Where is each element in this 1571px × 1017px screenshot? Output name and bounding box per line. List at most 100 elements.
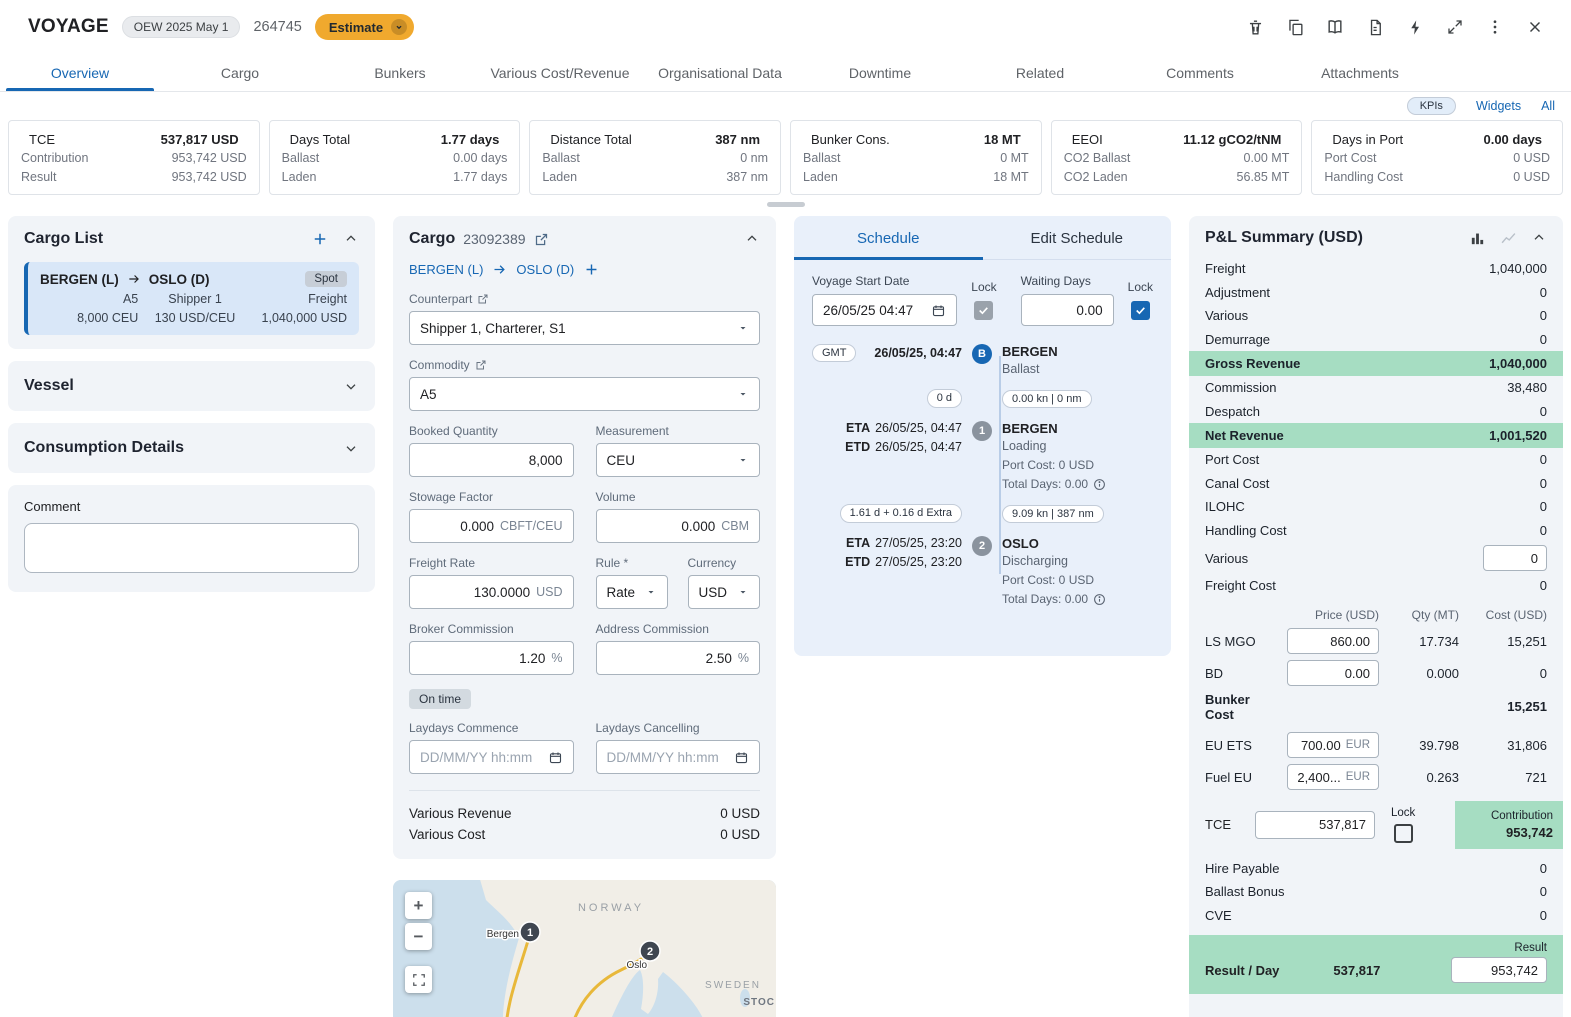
schedule-panel: Schedule Edit Schedule Voyage Start Date… (794, 216, 1171, 656)
timeline-stop-ballast: GMT 26/05/25, 04:47 B BERGEN Ballast (812, 344, 1153, 376)
laydays-commence-input[interactable]: DD/MM/YY hh:mm (409, 740, 574, 774)
measurement-select[interactable]: CEU (596, 443, 761, 477)
export-pdf-icon[interactable] (1359, 11, 1391, 43)
stop-port-cost: Port Cost: 0 USD (1002, 573, 1153, 587)
route-map[interactable]: NORWAY SWEDEN STOC North Bergen Oslo 1 2 (393, 880, 776, 1017)
map-marker-1: 1 (520, 922, 540, 942)
voyage-start-date-input[interactable]: 26/05/25 04:47 (812, 294, 957, 326)
freight-rate-input[interactable]: 130.0000USD (409, 575, 574, 609)
consumption-details-title: Consumption Details (24, 439, 184, 457)
tab-cargo[interactable]: Cargo (160, 54, 320, 91)
bar-chart-icon[interactable] (1469, 230, 1486, 247)
pnl-various-row: Various0 (1189, 542, 1563, 574)
tab-related[interactable]: Related (960, 54, 1120, 91)
info-icon[interactable] (1093, 593, 1106, 606)
tab-organisational-data[interactable]: Organisational Data (640, 54, 800, 91)
tab-bunkers[interactable]: Bunkers (320, 54, 480, 91)
tab-schedule[interactable]: Schedule (794, 216, 983, 259)
open-cargo-external-link-icon[interactable] (534, 232, 549, 247)
result-block: Result Result / Day 537,817 953,742 (1189, 935, 1563, 994)
timeline-stop-discharging: ETA27/05/25, 23:20 ETD27/05/25, 23:20 2 … (812, 536, 1153, 606)
calendar-icon (931, 303, 946, 318)
stop-port: BERGEN (1002, 344, 1153, 359)
info-icon[interactable] (1093, 478, 1106, 491)
vessel-panel-title: Vessel (24, 377, 74, 395)
tab-various-cost-revenue[interactable]: Various Cost/Revenue (480, 54, 640, 91)
map-zoom-in-button[interactable]: + (405, 892, 432, 919)
estimate-mode-button[interactable]: Estimate (315, 14, 414, 40)
timeline-marker-2[interactable]: 2 (972, 536, 992, 556)
pnl-various-input[interactable]: 0 (1483, 545, 1547, 571)
cargo-list-panel: Cargo List BERGEN (L) OSLO (D) Spot A5 (8, 216, 375, 349)
bd-price-input[interactable]: 0.00 (1287, 660, 1379, 686)
address-commission-input[interactable]: 2.50% (596, 641, 761, 675)
lsmgo-price-input[interactable]: 860.00 (1287, 628, 1379, 654)
collapse-pnl-button[interactable] (1531, 230, 1547, 246)
timeline-marker-1[interactable]: 1 (972, 421, 992, 441)
route-to-link[interactable]: OSLO (D) (516, 262, 574, 277)
external-link-icon[interactable] (475, 359, 487, 371)
svg-text:2: 2 (647, 946, 653, 958)
tce-lock-checkbox[interactable] (1394, 824, 1413, 843)
kpi-view-widgets-link[interactable]: Widgets (1476, 99, 1521, 113)
pnl-row: ILOHC0 (1189, 495, 1563, 519)
more-options-icon[interactable] (1479, 11, 1511, 43)
pnl-row: Various0 (1189, 304, 1563, 328)
close-icon[interactable] (1519, 11, 1551, 43)
eu-ets-price-input[interactable]: 700.00EUR (1287, 732, 1379, 758)
external-link-icon[interactable] (477, 293, 489, 305)
line-chart-icon[interactable] (1500, 230, 1517, 247)
delete-icon[interactable] (1239, 11, 1271, 43)
cargo-list-item[interactable]: BERGEN (L) OSLO (D) Spot A5 Shipper 1 Fr… (24, 262, 359, 335)
waiting-days-input[interactable]: 0.00 (1021, 294, 1114, 326)
collapse-cargo-form-button[interactable] (744, 231, 760, 247)
comment-textarea[interactable] (24, 523, 359, 573)
pnl-net-revenue-row: Net Revenue1,001,520 (1189, 423, 1563, 448)
waiting-days-lock-checkbox[interactable] (1131, 301, 1150, 320)
rule-select[interactable]: Rate (596, 575, 668, 609)
laydays-cancelling-input[interactable]: DD/MM/YY hh:mm (596, 740, 761, 774)
expand-vessel-button[interactable] (343, 378, 359, 394)
broker-commission-input[interactable]: 1.20% (409, 641, 574, 675)
calendar-icon (548, 750, 563, 765)
commodity-select[interactable]: A5 (409, 377, 760, 411)
pnl-row: Canal Cost0 (1189, 472, 1563, 496)
pnl-gross-revenue-row: Gross Revenue1,040,000 (1189, 351, 1563, 376)
bunker-row-bd: BD 0.00 0.000 0 (1205, 660, 1547, 687)
tab-attachments[interactable]: Attachments (1280, 54, 1440, 91)
voyage-start-lock-checkbox[interactable] (974, 301, 993, 320)
stowage-factor-input[interactable]: 0.000CBFT/CEU (409, 509, 574, 543)
collapse-cargo-list-button[interactable] (343, 231, 359, 247)
kpi-resize-handle[interactable] (767, 202, 805, 207)
top-bar: VOYAGE OEW 2025 May 1 264745 Estimate (0, 0, 1571, 54)
fuel-eu-price-input[interactable]: 2,400...EUR (1287, 764, 1379, 790)
quick-actions-icon[interactable] (1399, 11, 1431, 43)
booked-quantity-input[interactable]: 8,000 (409, 443, 574, 477)
timeline-marker-start[interactable]: B (972, 344, 992, 364)
voyage-number: 264745 (253, 19, 301, 35)
tab-comments[interactable]: Comments (1120, 54, 1280, 91)
map-zoom-out-button[interactable]: − (405, 923, 432, 950)
tab-overview[interactable]: Overview (0, 54, 160, 91)
bunker-cost-total-row: Bunker Cost 15,251 (1205, 692, 1547, 722)
tab-downtime[interactable]: Downtime (800, 54, 960, 91)
cargo-item-total: 1,040,000 USD (252, 311, 347, 325)
voyage-timeline: GMT 26/05/25, 04:47 B BERGEN Ballast 0 d (812, 344, 1153, 606)
duplicate-icon[interactable] (1279, 11, 1311, 43)
result-input[interactable]: 953,742 (1451, 957, 1547, 983)
expand-consumption-button[interactable] (343, 440, 359, 456)
currency-select[interactable]: USD (688, 575, 761, 609)
cargo-id: 23092389 (463, 231, 525, 247)
tce-input[interactable]: 537,817 (1255, 811, 1375, 839)
tab-edit-schedule[interactable]: Edit Schedule (983, 216, 1172, 259)
kpi-view-kpis-link[interactable]: KPIs (1407, 97, 1456, 115)
add-port-button[interactable] (583, 261, 600, 278)
counterpart-select[interactable]: Shipper 1, Charterer, S1 (409, 311, 760, 345)
fullscreen-icon[interactable] (1439, 11, 1471, 43)
route-from-link[interactable]: BERGEN (L) (409, 262, 483, 277)
map-fullscreen-button[interactable] (405, 966, 432, 993)
log-book-icon[interactable] (1319, 11, 1351, 43)
kpi-view-all-link[interactable]: All (1541, 99, 1555, 113)
volume-input[interactable]: 0.000CBM (596, 509, 761, 543)
add-cargo-button[interactable] (311, 230, 329, 248)
